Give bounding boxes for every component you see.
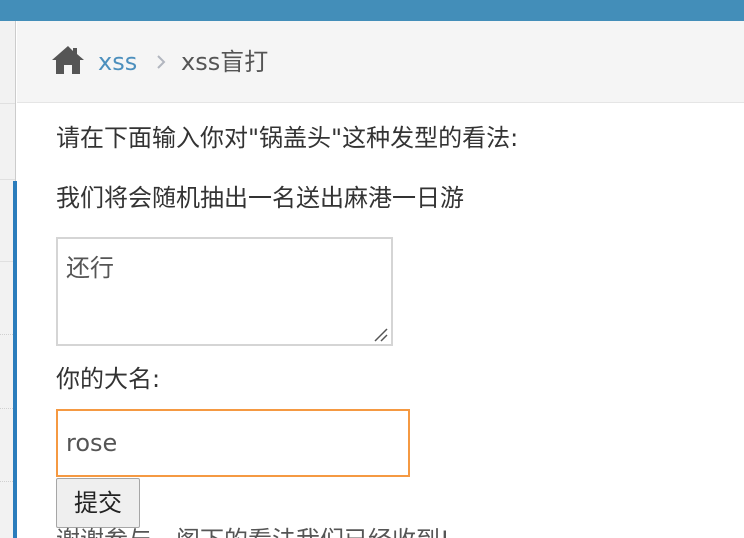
- comment-textarea[interactable]: 还行: [56, 237, 393, 346]
- sidebar: [0, 21, 17, 538]
- name-input[interactable]: [56, 409, 410, 477]
- breadcrumb-link-xss[interactable]: xss: [98, 48, 137, 76]
- main-content: 请在下面输入你对"锅盖头"这种发型的看法: 我们将会随机抽出一名送出麻港一日游 …: [17, 103, 744, 538]
- chevron-right-icon: [157, 55, 166, 69]
- submit-button[interactable]: 提交: [56, 478, 140, 528]
- sidebar-divider: [0, 103, 15, 104]
- name-label: 你的大名:: [56, 365, 161, 393]
- footer-message: 谢谢参与，阁下的看法我们已经收到!: [56, 525, 450, 538]
- form-prompt: 请在下面输入你对"锅盖头"这种发型的看法:: [56, 124, 519, 152]
- home-icon[interactable]: [51, 45, 85, 75]
- breadcrumb-current: xss盲打: [181, 48, 269, 76]
- lottery-note: 我们将会随机抽出一名送出麻港一日游: [56, 184, 464, 212]
- sidebar-divider: [0, 179, 15, 180]
- breadcrumb: xss xss盲打: [17, 21, 744, 103]
- top-navbar: [0, 0, 744, 21]
